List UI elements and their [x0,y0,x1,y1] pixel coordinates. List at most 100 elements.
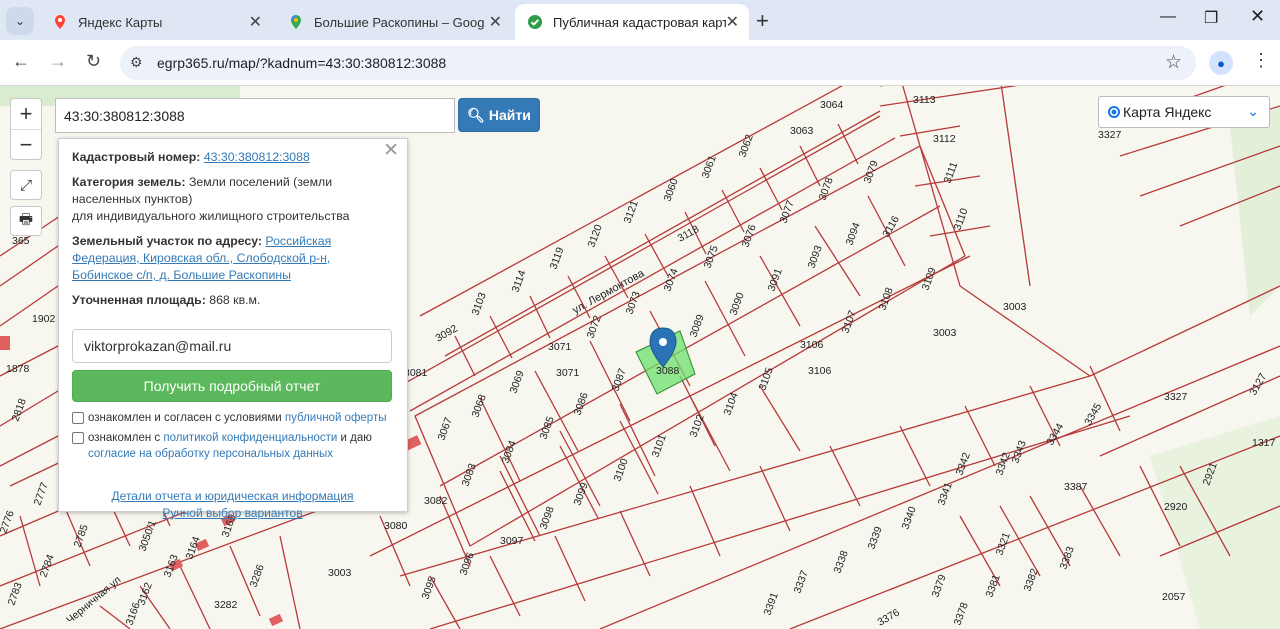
chevron-down-icon: ⌄ [1247,103,1259,119]
consent-privacy-row: ознакомлен с политикой конфиденциальност… [72,430,393,462]
parcel-number-label: 3003 [1003,301,1027,313]
parcel-number-label: 3094 [844,221,863,247]
tab-search-dropdown[interactable]: ⌄ [6,7,34,35]
parcel-number-label: 3119 [548,246,567,271]
zoom-in-button[interactable]: + [11,99,41,129]
parcel-number-label: 3111 [942,160,961,185]
consent-offer-row: ознакомлен и согласен с условиями публич… [72,410,393,426]
parcel-number-label: 3107 [840,309,859,335]
parcel-number-label: 3097 [500,535,524,547]
parcel-number-label: 3114 [510,269,529,294]
parcel-number-label: 3003 [328,567,352,579]
close-tab-icon[interactable]: ✕ [249,12,262,32]
parcel-number-label: 3379 [930,573,949,599]
tab-yandex-maps[interactable]: Яндекс Карты ✕ [40,4,272,40]
parcel-number-label: 2783 [6,581,25,607]
popup-footer-links: Детали отчета и юридическая информация Р… [72,488,393,522]
parcel-number-label: 3286 [248,563,267,589]
parcel-info-popup: ✕ Кадастровый номер: 43:30:380812:3088 К… [58,138,408,520]
forward-icon[interactable]: → [49,51,67,72]
printer-icon: 🖶 [18,210,34,228]
parcel-number-label: 3327 [1164,391,1188,403]
offer-link[interactable]: публичной оферты [285,412,387,424]
back-icon[interactable]: ← [12,51,30,72]
cadastral-search-input[interactable] [55,98,455,133]
address-bar[interactable]: ⚙ egrp365.ru/map/?kadnum=43:30:380812:30… [120,46,1196,80]
parcel-number-label: 3338 [832,549,851,575]
zoom-out-button[interactable]: − [11,129,41,159]
layer-label: Карта Яндекс [1123,104,1212,120]
site-settings-icon[interactable]: ⚙ [130,54,143,71]
expand-icon: ⤢ [19,176,32,194]
parcel-number-label: 3098 [538,505,557,531]
cadastral-map[interactable]: ул. Лермонтова Черничная ул 3064 3113 3063… [0,86,1280,629]
map-layer-select[interactable]: Карта Яндекс ⌄ [1098,96,1270,128]
parcel-number-label: 2777 [32,481,51,507]
tab-google-maps[interactable]: Большие Раскопины – Google ✕ [276,4,512,40]
offer-checkbox[interactable] [72,412,84,424]
parcel-number-label: 3082 [424,495,448,507]
personal-data-link[interactable]: согласие на обработку персональных данны… [88,448,333,460]
parcel-number-label: 3075 [702,244,721,270]
parcel-number-label: 3084 [500,439,519,465]
privacy-checkbox[interactable] [72,432,84,444]
email-field[interactable] [72,329,392,363]
parcel-number-label: 3073 [624,290,643,316]
tab-title: Яндекс Карты [78,14,163,30]
parcel-number-label: 3127 [1247,371,1269,397]
parcel-number-label: 3096 [458,551,477,577]
parcel-number-label: 3088 [656,365,680,377]
parcel-number-label: 3103 [470,291,489,317]
manual-select-link[interactable]: Ручной выбор вариантов [72,505,393,522]
print-button[interactable]: 🖶 [10,206,42,236]
parcel-number-label: 3391 [762,591,781,617]
parcel-number-label: 3342 [954,451,973,477]
kad-row: Кадастровый номер: 43:30:380812:3088 [72,150,310,164]
parcel-number-label: 2785 [72,523,91,549]
close-tab-icon[interactable]: ✕ [489,12,502,32]
fullscreen-button[interactable]: ⤢ [10,170,42,200]
reload-icon[interactable]: ↻ [86,51,101,72]
parcel-number-label: 3072 [585,314,604,340]
parcel-number-label: 3121 [622,199,641,225]
parcel-number-label: 3078 [817,176,836,202]
parcel-number-label: 3092 [434,322,460,344]
close-tab-icon[interactable]: ✕ [726,12,739,32]
parcel-number-label: 3110 [952,207,971,232]
parcel-number-label: 2920 [1164,501,1188,513]
profile-avatar-icon[interactable]: ● [1209,51,1233,75]
parcel-number-label: 3382 [1022,567,1041,593]
parcel-number-label: 3387 [1064,481,1088,493]
parcel-number-label: 3062 [737,133,756,159]
restore-icon[interactable]: ❐ [1204,8,1218,28]
parcel-number-label: 3120 [586,223,605,249]
close-popup-icon[interactable]: ✕ [383,141,399,160]
green-check-icon [528,15,542,29]
new-tab-button[interactable]: + [756,8,769,34]
parcel-number-label: 2057 [1162,591,1186,603]
minimize-icon[interactable]: — [1160,8,1176,26]
kad-number-link[interactable]: 43:30:380812:3088 [204,150,310,164]
parcel-number-label: 3104 [722,391,741,417]
url-text[interactable]: egrp365.ru/map/?kadnum=43:30:380812:3088 [157,55,446,71]
parcel-number-label: 3113 [913,94,936,106]
parcel-number-label: 3050/1 [137,519,159,553]
parcel-number-label: 3085 [538,415,557,441]
parcel-number-label: 3112 [933,133,956,145]
parcel-number-label: 3071 [556,367,580,379]
find-button[interactable]: 🔍︎ Найти [458,98,540,132]
bookmark-star-icon[interactable]: ☆ [1165,51,1182,74]
browser-menu-icon[interactable]: ⋮ [1252,50,1270,71]
parcel-number-label: 3061 [700,154,719,180]
parcel-number-label: 3071 [548,341,572,353]
parcel-number-label: 3378 [952,601,971,627]
parcel-number-label: 3064 [820,99,844,111]
tab-cadastral-map[interactable]: Публичная кадастровая карта ✕ [515,4,749,40]
parcel-number-label: 3345 [1082,401,1104,427]
details-link[interactable]: Детали отчета и юридическая информация [72,488,393,505]
get-report-button[interactable]: Получить подробный отчет [72,370,392,402]
privacy-link[interactable]: политикой конфиденциальности [163,432,337,444]
parcel-number-label: 3116 [880,214,902,240]
close-window-icon[interactable]: ✕ [1250,6,1265,27]
parcel-number-label: 3342 [994,451,1013,477]
